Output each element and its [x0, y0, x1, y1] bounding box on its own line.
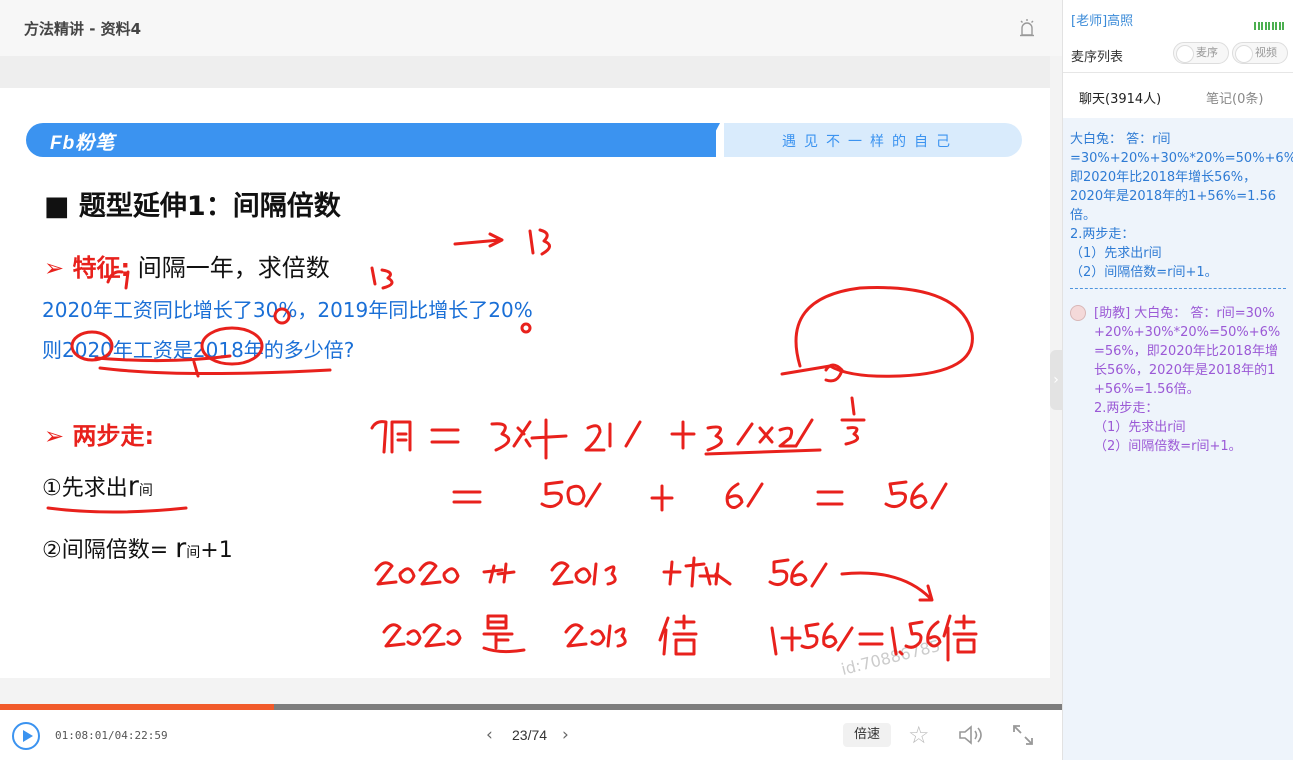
tab-notes[interactable]: 笔记(0条) [1206, 88, 1263, 107]
chat-message-line: 2020年是2018年的1+56%=1.56 [1070, 189, 1277, 204]
mic-queue-title: 麦序列表 [1071, 50, 1124, 65]
signal-icon [1254, 15, 1286, 30]
chat-message-line: =56%，即2020年比2018年增 [1094, 344, 1278, 359]
chat-list: 大白兔： 答：r间 =30%+20%+30%*20%=50%+6% 即2020年比2… [1063, 118, 1293, 760]
side-panel: [老师]高照 麦序列表 麦序 视频 聊天(3914人) 笔记(0条) 大白兔： … [1062, 0, 1293, 760]
chat-message-line: 倍。 [1070, 208, 1097, 223]
fullscreen-icon[interactable] [1012, 724, 1034, 746]
speed-button[interactable]: 倍速 [843, 723, 891, 747]
chat-message: 大白兔： 答：r间 =30%+20%+30%*20%=50%+6% 即2020年比2… [1070, 130, 1293, 282]
chat-message-line: =30%+20%+30%*20%=50%+6% [1070, 151, 1293, 166]
time-readout: 01:08:01/04:22:59 [55, 729, 168, 742]
volume-icon[interactable] [958, 724, 984, 746]
chat-message-line: （1）先求出r间 [1070, 246, 1162, 261]
panel-collapse-handle[interactable]: › [1050, 350, 1062, 410]
chat-message-line: 2.两步走： [1094, 401, 1159, 416]
top-bar: 方法精讲 - 资料4 [0, 0, 1062, 56]
tab-chat[interactable]: 聊天(3914人) [1079, 88, 1161, 107]
player-area: 方法精讲 - 资料4 Fb粉笔 遇见不一样的自己 ■ 题型延伸1：间隔倍数 ➢ … [0, 0, 1062, 760]
teacher-name: [老师]高照 [1071, 14, 1134, 29]
control-bar: 01:08:01/04:22:59 ‹ 23/74 › 倍速 ☆ [0, 710, 1062, 760]
chevron-right-icon[interactable]: › [562, 725, 569, 745]
chat-message-line: （2）间隔倍数=r间+1。 [1070, 265, 1218, 280]
chat-message-line: （2）间隔倍数=r间+1。 [1094, 439, 1242, 454]
star-icon[interactable]: ☆ [908, 721, 930, 749]
handwriting-annotations [46, 228, 978, 662]
chat-message-line: 即2020年比2018年增长56%， [1070, 170, 1257, 185]
chat-message-line: 大白兔： 答：r间 [1070, 132, 1171, 147]
mic-queue-toggle[interactable]: 麦序 [1173, 42, 1229, 64]
play-button[interactable] [12, 722, 40, 750]
avatar [1070, 305, 1086, 321]
chat-message-line: [助教] 大白兔： 答：r间=30% [1094, 306, 1275, 321]
slide-canvas: Fb粉笔 遇见不一样的自己 ■ 题型延伸1：间隔倍数 ➢ 特征: 间隔一年，求倍… [0, 88, 1050, 678]
page-title: 方法精讲 - 资料4 [24, 20, 142, 38]
chat-message-line: 长56%，2020年是2018年的1 [1094, 363, 1276, 378]
page-counter: 23/74 [512, 727, 548, 743]
slide-top-margin [0, 56, 1050, 88]
chat-message-line: +56%=1.56倍。 [1094, 382, 1200, 397]
chat-message-line: （1）先求出r间 [1094, 420, 1186, 435]
app-window: 方法精讲 - 资料4 Fb粉笔 遇见不一样的自己 ■ 题型延伸1：间隔倍数 ➢ … [0, 0, 1293, 760]
chevron-left-icon[interactable]: ‹ [486, 725, 493, 745]
chat-message-line: +20%+30%*20%=50%+6% [1094, 325, 1281, 340]
chat-divider [1070, 288, 1286, 289]
alarm-icon[interactable] [1018, 18, 1036, 38]
video-toggle[interactable]: 视频 [1232, 42, 1288, 64]
chat-message-line: 2.两步走： [1070, 227, 1135, 242]
